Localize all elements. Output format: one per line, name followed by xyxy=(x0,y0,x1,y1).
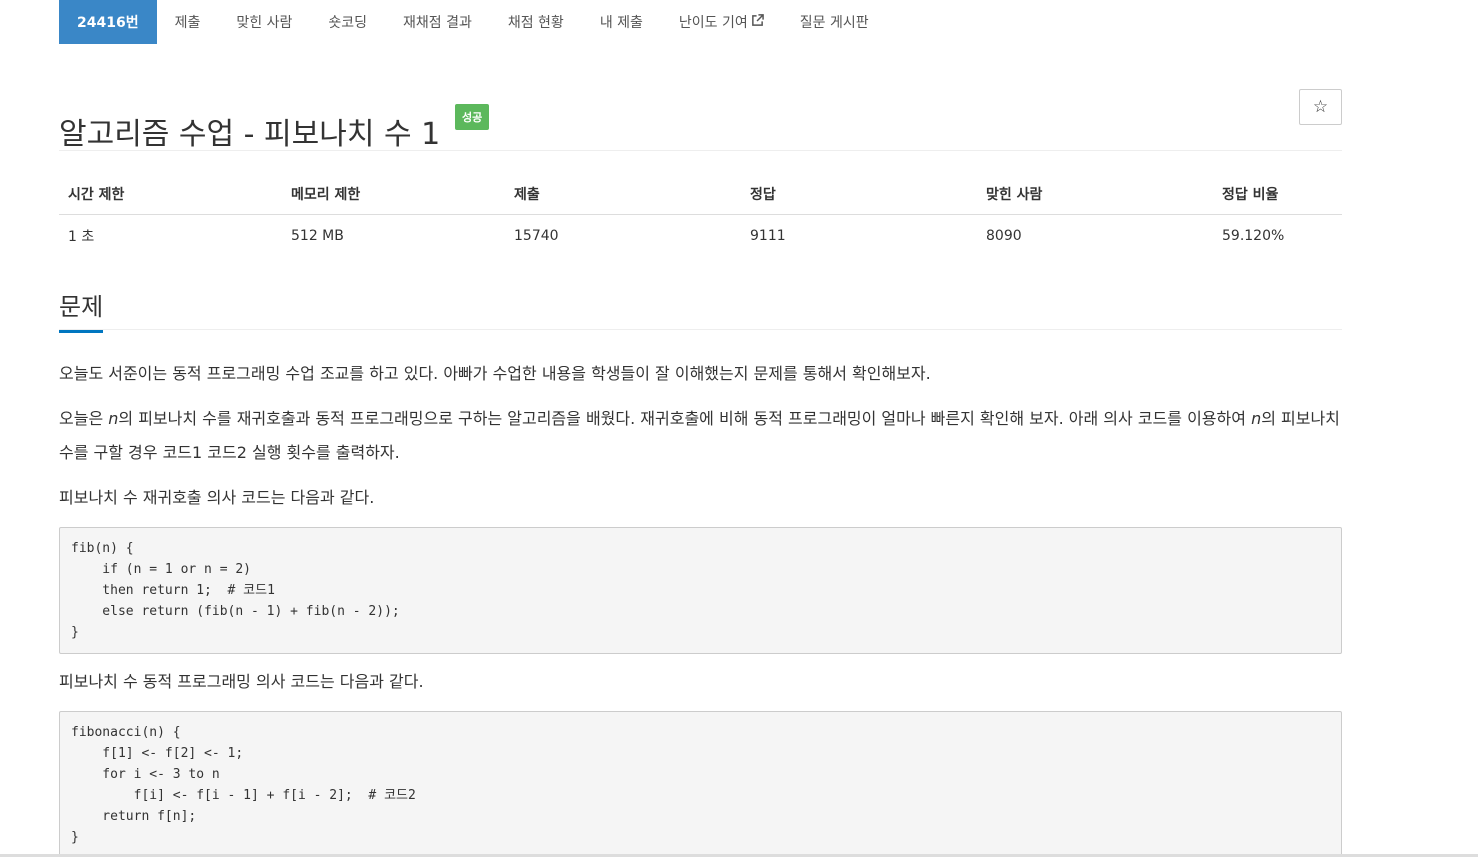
status-badge: 성공 xyxy=(455,104,490,130)
tab-label: 숏코딩 xyxy=(328,15,367,31)
tab-short-coding[interactable]: 숏코딩 xyxy=(310,0,385,44)
code-block-dynamic[interactable]: fibonacci(n) { f[1] <- f[2] <- 1; for i … xyxy=(59,711,1342,857)
problem-page: 24416번 제출 맞힌 사람 숏코딩 재채점 결과 채점 현황 내 제출 난이… xyxy=(0,0,1478,857)
tab-label: 재채점 결과 xyxy=(402,15,472,31)
header-submissions: 제출 xyxy=(505,174,741,215)
paragraph-text: 오늘은 xyxy=(59,409,109,428)
variable-n: n xyxy=(108,409,119,428)
problem-header: 알고리즘 수업 - 피보나치 수 1 성공 ☆ xyxy=(59,84,1342,153)
section-title: 문제 xyxy=(59,287,104,333)
tab-my-submissions[interactable]: 내 제출 xyxy=(582,0,661,44)
tab-solved-users[interactable]: 맞힌 사람 xyxy=(218,0,310,44)
memory-limit-value: 512 MB xyxy=(291,228,344,244)
description-paragraph-3: 피보나치 수 재귀호출 의사 코드는 다음과 같다. xyxy=(59,488,375,507)
problem-tabs: 24416번 제출 맞힌 사람 숏코딩 재채점 결과 채점 현황 내 제출 난이… xyxy=(59,0,887,44)
tab-label: 24416번 xyxy=(77,15,139,31)
description-paragraph-4: 피보나치 수 동적 프로그래밍 의사 코드는 다음과 같다. xyxy=(59,672,424,691)
tab-label: 내 제출 xyxy=(599,15,643,31)
paragraph-text: 의 피보나치 수를 재귀호출과 동적 프로그래밍으로 구하는 알고리즘을 배웠다… xyxy=(118,409,1252,428)
variable-n: n xyxy=(1251,409,1262,428)
star-icon: ☆ xyxy=(1312,97,1329,117)
page-title: 알고리즘 수업 - 피보나치 수 1 xyxy=(59,117,441,153)
problem-info-table: 시간 제한 메모리 제한 제출 정답 맞힌 사람 정답 비율 1 초 512 M… xyxy=(59,174,1342,257)
table-row: 1 초 512 MB 15740 9111 8090 59.120% xyxy=(59,215,1342,258)
favorite-button[interactable]: ☆ xyxy=(1299,89,1342,125)
header-solved-users: 맞힌 사람 xyxy=(977,174,1213,215)
tab-difficulty-contribution[interactable]: 난이도 기여 xyxy=(661,0,782,44)
tab-label: 맞힌 사람 xyxy=(236,15,293,31)
tab-judge-status[interactable]: 채점 현황 xyxy=(490,0,582,44)
tab-label: 채점 현황 xyxy=(507,15,564,31)
time-limit-value: 1 초 xyxy=(68,229,95,245)
tab-problem-number[interactable]: 24416번 xyxy=(59,0,157,44)
header-memory-limit: 메모리 제한 xyxy=(282,174,505,215)
header-accept-ratio: 정답 비율 xyxy=(1213,174,1342,215)
tab-submit[interactable]: 제출 xyxy=(157,0,219,44)
accepted-value: 9111 xyxy=(750,228,786,244)
problem-section-header: 문제 xyxy=(59,285,1342,333)
solved-users-value: 8090 xyxy=(986,228,1022,244)
tab-label: 제출 xyxy=(174,15,201,31)
tab-label: 질문 게시판 xyxy=(799,15,869,31)
header-accepted: 정답 xyxy=(741,174,977,215)
code-block-recursive[interactable]: fib(n) { if (n = 1 or n = 2) then return… xyxy=(59,527,1342,654)
tab-label: 난이도 기여 xyxy=(678,15,748,31)
external-link-icon xyxy=(751,13,764,31)
tab-question-board[interactable]: 질문 게시판 xyxy=(782,0,887,44)
header-time-limit: 시간 제한 xyxy=(59,174,282,215)
table-header-row: 시간 제한 메모리 제한 제출 정답 맞힌 사람 정답 비율 xyxy=(59,174,1342,215)
submissions-value: 15740 xyxy=(514,228,559,244)
description-paragraph-2: 오늘은 n의 피보나치 수를 재귀호출과 동적 프로그래밍으로 구하는 알고리즘… xyxy=(59,402,1342,470)
tab-rejudge-results[interactable]: 재채점 결과 xyxy=(385,0,490,44)
description-paragraph-1: 오늘도 서준이는 동적 프로그래밍 수업 조교를 하고 있다. 아빠가 수업한 … xyxy=(59,364,931,383)
accept-ratio-value: 59.120% xyxy=(1222,228,1285,244)
